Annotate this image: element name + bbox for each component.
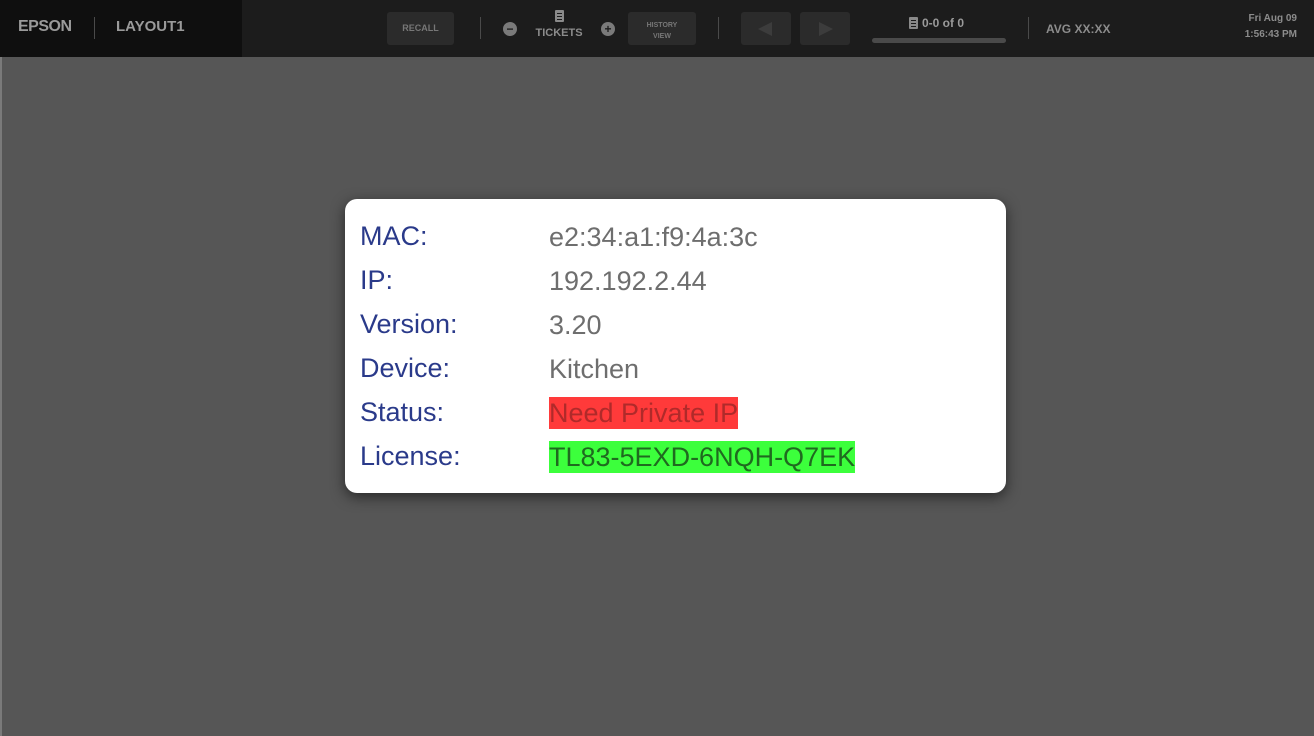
- average-time: AVG XX:XX: [1046, 22, 1111, 36]
- brand-area: EPSON LAYOUT1: [0, 0, 242, 57]
- license-value: TL83-5EXD-6NQH-Q7EK: [549, 441, 856, 473]
- status-row: Status: Need Private IP: [345, 393, 1006, 433]
- app-root: EPSON LAYOUT1 RECALL − TICKETS + HISTORY…: [0, 0, 1314, 736]
- divider: [94, 17, 95, 39]
- license-row: License: TL83-5EXD-6NQH-Q7EK: [345, 437, 1006, 477]
- ip-row: IP: 192.192.2.44: [345, 261, 1006, 301]
- minus-circle-icon[interactable]: −: [503, 22, 517, 36]
- device-info-dialog: MAC: e2:34:a1:f9:4a:3c IP: 192.192.2.44 …: [345, 199, 1006, 493]
- device-value: Kitchen: [549, 354, 640, 384]
- status-label: Status:: [360, 397, 445, 427]
- plus-circle-icon[interactable]: +: [601, 22, 615, 36]
- pager: 0-0 of 0: [872, 14, 1006, 44]
- document-icon: [554, 10, 564, 22]
- mac-row: MAC: e2:34:a1:f9:4a:3c: [345, 217, 1006, 257]
- pager-progress-track: [872, 38, 1006, 43]
- pager-text: 0-0 of 0: [922, 16, 965, 30]
- status-value: Need Private IP: [549, 397, 739, 429]
- clock-time: 1:56:43 PM: [1244, 29, 1297, 40]
- triangle-left-icon: [758, 22, 772, 36]
- version-row: Version: 3.20: [345, 305, 1006, 345]
- pager-document-icon: [909, 17, 918, 29]
- clock: Fri Aug 09 1:56:43 PM: [1245, 11, 1297, 43]
- top-bar: EPSON LAYOUT1 RECALL − TICKETS + HISTORY…: [0, 0, 1314, 57]
- divider: [480, 17, 481, 39]
- recall-button[interactable]: RECALL: [387, 12, 454, 45]
- next-button[interactable]: [800, 12, 850, 45]
- license-label: License:: [360, 441, 461, 471]
- ip-value: 192.192.2.44: [549, 266, 707, 296]
- left-edge-border: [0, 57, 2, 736]
- triangle-right-icon: [819, 22, 833, 36]
- history-view-button[interactable]: HISTORY VIEW: [628, 12, 696, 45]
- version-label: Version:: [360, 309, 458, 339]
- device-row: Device: Kitchen: [345, 349, 1006, 389]
- brand-logo: EPSON: [18, 18, 72, 35]
- ip-label: IP:: [360, 265, 394, 295]
- clock-date: Fri Aug 09: [1248, 13, 1297, 24]
- mac-value: e2:34:a1:f9:4a:3c: [549, 222, 758, 252]
- mac-label: MAC:: [360, 221, 428, 251]
- divider: [1028, 17, 1029, 39]
- history-label-line2: VIEW: [653, 33, 671, 40]
- previous-button[interactable]: [741, 12, 791, 45]
- tickets-group[interactable]: TICKETS: [528, 8, 590, 39]
- tickets-label: TICKETS: [535, 27, 583, 39]
- divider: [718, 17, 719, 39]
- layout-title[interactable]: LAYOUT1: [116, 18, 185, 35]
- device-label: Device:: [360, 353, 451, 383]
- version-value: 3.20: [549, 310, 602, 340]
- history-label-line1: HISTORY: [646, 22, 678, 29]
